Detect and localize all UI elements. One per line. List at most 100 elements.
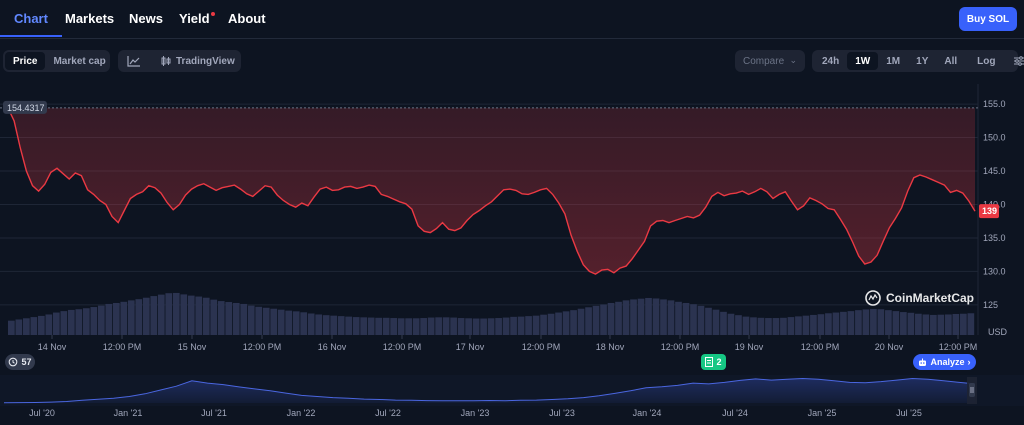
volume-bar: [187, 295, 195, 335]
volume-bar: [892, 311, 900, 335]
y-tick-label: 135.0: [983, 233, 1006, 243]
news-badge[interactable]: 2: [701, 354, 726, 370]
volume-bar: [870, 308, 877, 335]
volume-bar: [97, 305, 105, 335]
volume-bar: [652, 298, 660, 335]
y-tick-label: 150.0: [983, 133, 1006, 143]
alerts-badge[interactable]: 57: [5, 354, 35, 370]
volume-bar: [255, 306, 263, 335]
y-tick-label: 155.0: [983, 99, 1006, 109]
log-scale-button[interactable]: Log: [969, 52, 1003, 70]
tab-yield[interactable]: Yield: [179, 11, 215, 26]
volume-bar: [735, 315, 742, 335]
alerts-count: 57: [21, 357, 32, 367]
range-1y[interactable]: 1Y: [908, 52, 936, 70]
volume-bar: [142, 297, 150, 335]
line-chart-icon: [127, 56, 140, 67]
volume-bar: [442, 317, 450, 335]
candlestick-icon: [161, 56, 171, 66]
price-tab[interactable]: Price: [5, 52, 46, 70]
range-navigator[interactable]: Jul '20 Jan '21 Jul '21 Jan '22 Jul '22 Jan '…: [0, 375, 1024, 425]
price-area-fill: [8, 107, 975, 275]
x-tick-label: 12:00 PM: [383, 342, 422, 352]
navigator-tick-label: Jan '22: [287, 408, 316, 418]
volume-bar: [720, 311, 727, 335]
volume-bar: [367, 317, 375, 335]
volume-bar: [427, 317, 435, 335]
volume-bar: [60, 311, 68, 335]
tab-news[interactable]: News: [129, 11, 163, 26]
robot-icon: [919, 358, 927, 366]
y-tick-label: 130.0: [983, 266, 1006, 276]
range-1w[interactable]: 1W: [847, 52, 879, 70]
range-1m[interactable]: 1M: [878, 52, 908, 70]
volume-bar: [360, 317, 368, 335]
x-tick-label: 14 Nov: [38, 342, 67, 352]
volume-bar: [622, 300, 630, 335]
volume-bar: [270, 308, 278, 335]
volume-bar: [757, 317, 765, 335]
analyze-button[interactable]: Analyze ›: [913, 354, 976, 370]
volume-bar: [150, 296, 158, 335]
navigator-tick-label: Jan '21: [114, 408, 143, 418]
high-price-badge: 154.4317: [3, 100, 47, 114]
volume-bar: [30, 317, 38, 335]
x-tick-label: 12:00 PM: [103, 342, 142, 352]
chart-settings-button[interactable]: [1007, 52, 1024, 70]
range-all[interactable]: All: [936, 52, 965, 70]
volume-bar: [202, 297, 210, 335]
volume-bar: [712, 309, 720, 335]
volume-bar: [285, 310, 293, 335]
volume-bar: [817, 314, 825, 335]
buy-sol-button[interactable]: Buy SOL: [959, 7, 1017, 31]
volume-bar: [52, 312, 60, 335]
volume-bar: [592, 305, 600, 335]
tab-markets[interactable]: Markets: [65, 11, 114, 26]
line-chart-button[interactable]: [120, 52, 148, 70]
x-tick-label: 15 Nov: [178, 342, 207, 352]
volume-bar: [105, 303, 113, 335]
volume-bar: [630, 299, 637, 335]
market-cap-tab[interactable]: Market cap: [45, 52, 113, 70]
volume-bar: [450, 317, 457, 335]
svg-text:CoinMarketCap: CoinMarketCap: [886, 291, 974, 305]
volume-bar: [697, 305, 705, 335]
navigator-tick-label: Jul '25: [896, 408, 922, 418]
top-nav: Chart Markets News Yield About Buy SOL: [0, 0, 1024, 39]
volume-bar: [750, 317, 757, 335]
volume-bar: [885, 310, 892, 335]
volume-bar: [532, 315, 540, 335]
volume-bar: [937, 314, 945, 335]
volume-bar: [75, 309, 83, 335]
volume-bar: [847, 311, 855, 335]
volume-bar: [345, 316, 353, 335]
price-chart[interactable]: 155.0150.0145.0140.0135.0130.0125 14 Nov…: [0, 84, 1024, 374]
x-tick-label: 12:00 PM: [801, 342, 840, 352]
tab-about[interactable]: About: [228, 11, 266, 26]
navigator-handle[interactable]: [969, 383, 975, 397]
volume-bar: [547, 313, 555, 335]
volume-bar: [570, 310, 577, 335]
volume-bar: [577, 308, 585, 335]
navigator-tick-label: Jan '23: [461, 408, 490, 418]
volume-bar: [322, 315, 330, 335]
volume-bar: [502, 317, 510, 335]
volume-bar: [330, 315, 338, 335]
x-tick-label: 12:00 PM: [522, 342, 561, 352]
volume-bar: [645, 297, 652, 335]
volume-bar: [292, 311, 300, 335]
volume-bar: [90, 307, 98, 335]
active-tab-underline: [0, 35, 62, 37]
volume-bar: [37, 315, 45, 335]
range-24h[interactable]: 24h: [814, 52, 847, 70]
compare-select[interactable]: Compare ⌄: [735, 50, 805, 72]
tab-chart[interactable]: Chart: [14, 11, 48, 26]
tradingview-button[interactable]: TradingView: [152, 52, 243, 70]
volume-bars: [8, 292, 975, 335]
history-icon: [9, 357, 18, 367]
volume-bar: [277, 309, 285, 335]
new-indicator-dot: [210, 12, 215, 16]
high-price-label: 154.4317: [7, 103, 45, 113]
volume-bar: [15, 319, 23, 335]
volume-bar: [397, 318, 405, 335]
